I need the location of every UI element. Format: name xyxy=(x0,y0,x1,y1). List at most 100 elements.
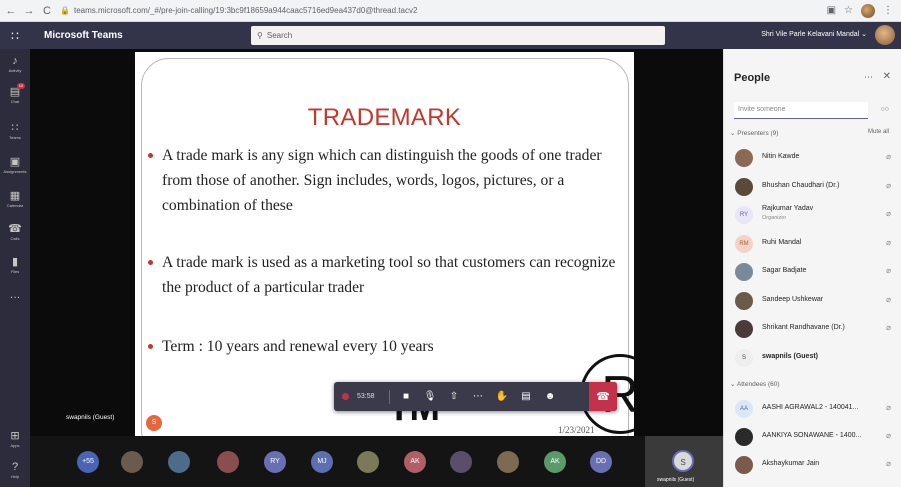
mic-muted-icon: ⌀ xyxy=(886,152,891,161)
mic-muted-icon: ⌀ xyxy=(886,459,891,468)
participant-name: Ruhi Mandal xyxy=(762,238,802,246)
participant-avatar[interactable]: AK xyxy=(544,451,566,473)
user-avatar[interactable] xyxy=(875,25,895,45)
app-rail: ♪ Activity ▤ Chat 10 ∷ Teams ▣ Assignmen… xyxy=(0,49,30,487)
participant-name: Bhushan Chaudhari (Dr.) xyxy=(762,181,840,189)
rail-more[interactable]: … xyxy=(0,289,30,301)
hang-up-icon: ☎ xyxy=(596,391,610,403)
rail-calendar[interactable]: ▦ Calendar xyxy=(0,189,30,208)
teams-icon: ∷ xyxy=(11,122,19,134)
share-invite-icon[interactable]: ○○ xyxy=(881,106,889,113)
call-timer: 53:58 xyxy=(357,393,375,400)
rail-chat[interactable]: ▤ Chat 10 xyxy=(0,83,30,104)
app-title: Microsoft Teams xyxy=(44,30,123,41)
slide-bullet: A trade mark is any sign which can disti… xyxy=(148,143,628,218)
share-screen-icon[interactable]: ⇧ xyxy=(442,391,466,402)
more-actions-icon[interactable]: ⋯ xyxy=(466,391,490,402)
participant-avatar[interactable] xyxy=(168,451,190,473)
camera-off-icon[interactable]: ■ xyxy=(394,391,418,402)
participant-row[interactable]: RY Rajkumar Yadav Organizer ⌀ xyxy=(735,204,895,226)
lock-icon: 🔒 xyxy=(60,6,70,15)
search-icon: ⚲ xyxy=(257,31,263,40)
attendees-section[interactable]: ⌄ Attendees (60) xyxy=(730,380,780,388)
participant-avatar[interactable] xyxy=(217,451,239,473)
hang-up-button[interactable]: ☎ xyxy=(589,382,617,411)
search-placeholder: Search xyxy=(266,31,293,40)
calls-icon: ☎ xyxy=(8,223,22,235)
participant-row[interactable]: Sandeep Ushkewar ⌀ xyxy=(735,290,895,312)
self-view-label: swapnils (Guest) xyxy=(66,414,115,421)
close-icon[interactable]: ✕ xyxy=(883,71,891,82)
participant-avatar[interactable]: DD xyxy=(590,451,612,473)
participant-row[interactable]: Sswapnils (Guest) xyxy=(735,347,895,369)
call-controls: 53:58 ■ 🎙 ⇧ ⋯ ✋ ▤ ☻ ☎ xyxy=(334,382,617,411)
slide-title: TRADEMARK xyxy=(307,104,462,131)
participant-row[interactable]: RM Ruhi Mandal ⌀ xyxy=(735,233,895,255)
participant-avatar[interactable] xyxy=(121,451,143,473)
participant-name: Sagar Badjate xyxy=(762,267,807,274)
rail-apps[interactable]: ⊞ Apps xyxy=(0,429,30,448)
browser-profile-avatar[interactable] xyxy=(861,3,875,18)
back-icon[interactable]: ← xyxy=(4,4,18,18)
self-avatar: S xyxy=(672,450,694,472)
rail-assignments[interactable]: ▣ Assignments xyxy=(0,155,30,174)
rail-files[interactable]: ▮ Files xyxy=(0,255,30,274)
participant-name: Akshaykumar Jain xyxy=(762,460,820,467)
panel-title: People xyxy=(734,72,771,84)
bullet-dot-icon xyxy=(148,260,153,265)
participant-avatar xyxy=(735,456,753,474)
mute-all-button[interactable]: Mute all xyxy=(868,129,889,135)
participants-icon[interactable]: ☻ xyxy=(538,391,562,402)
raise-hand-icon[interactable]: ✋ xyxy=(490,391,514,402)
participant-name: Rajkumar Yadav xyxy=(762,205,814,212)
rail-help[interactable]: ? Help xyxy=(0,461,30,479)
browser-menu-icon[interactable]: ⋮ xyxy=(883,5,893,16)
participant-row[interactable]: Akshaykumar Jain ⌀ xyxy=(735,454,895,476)
forward-icon[interactable]: → xyxy=(22,4,36,18)
mic-muted-icon: ⌀ xyxy=(886,431,891,440)
address-bar[interactable]: 🔒 teams.microsoft.com/_#/pre-join-callin… xyxy=(60,3,819,19)
participant-avatar[interactable] xyxy=(497,451,519,473)
bell-icon: ♪ xyxy=(12,55,18,67)
participant-avatar[interactable] xyxy=(357,451,379,473)
search-input[interactable]: ⚲ Search xyxy=(251,26,665,45)
shared-slide: TRADEMARK A trade mark is any sign which… xyxy=(135,52,634,436)
participant-avatar[interactable]: RY xyxy=(264,451,286,473)
participant-row[interactable]: Sagar Badjate ⌀ xyxy=(735,261,895,283)
user-org-name[interactable]: Shri Vile Parle Kelavani Mandal ⌄ xyxy=(761,30,867,38)
rail-teams[interactable]: ∷ Teams xyxy=(0,121,30,140)
self-tile[interactable]: S swapnils (Guest) xyxy=(645,436,723,487)
rail-calls[interactable]: ☎ Calls xyxy=(0,222,30,241)
divider xyxy=(389,389,390,404)
participant-role: Organizer xyxy=(762,215,787,221)
unread-badge: 10 xyxy=(17,83,25,89)
chat-toggle-icon[interactable]: ▤ xyxy=(514,391,538,402)
rail-activity[interactable]: ♪ Activity xyxy=(0,55,30,73)
more-options-icon[interactable]: ⋯ xyxy=(864,72,873,83)
participant-name: Nitin Kawde xyxy=(762,153,800,160)
reload-icon[interactable]: C xyxy=(40,4,54,18)
app-launcher-icon[interactable]: ∷ xyxy=(0,29,30,43)
extension-icon[interactable]: ▣ xyxy=(827,5,836,16)
participant-avatar[interactable]: AK xyxy=(404,451,426,473)
participant-avatar[interactable] xyxy=(450,451,472,473)
participant-row[interactable]: Nitin Kawde ⌀ xyxy=(735,147,895,169)
mic-muted-icon: ⌀ xyxy=(886,403,891,412)
star-icon[interactable]: ☆ xyxy=(844,5,853,16)
participant-row[interactable]: Shrikant Randhavane (Dr.) ⌀ xyxy=(735,318,895,340)
mic-muted-icon: ⌀ xyxy=(886,294,891,304)
participant-name: AASHI AGRAWAL2 - 140041... xyxy=(762,404,859,411)
recording-icon xyxy=(342,393,349,400)
presenters-section[interactable]: ⌄ Presenters (9) xyxy=(730,129,778,137)
participant-row[interactable]: AANKIYA SONAWANE - 1400... ⌀ xyxy=(735,426,895,448)
invite-input[interactable]: Invite someone xyxy=(734,102,868,119)
participant-avatar xyxy=(735,320,753,338)
participant-avatar[interactable]: MJ xyxy=(311,451,333,473)
participant-avatar: RM xyxy=(735,234,753,253)
participant-name: Sandeep Ushkewar xyxy=(762,295,824,303)
participant-row[interactable]: AA AASHI AGRAWAL2 - 140041... ⌀ xyxy=(735,398,895,420)
slide-date: 1/23/2021 xyxy=(558,425,595,435)
overflow-count[interactable]: +55 xyxy=(77,451,99,473)
mic-off-icon[interactable]: 🎙 xyxy=(418,391,442,402)
participant-row[interactable]: Bhushan Chaudhari (Dr.) ⌀ xyxy=(735,176,895,198)
